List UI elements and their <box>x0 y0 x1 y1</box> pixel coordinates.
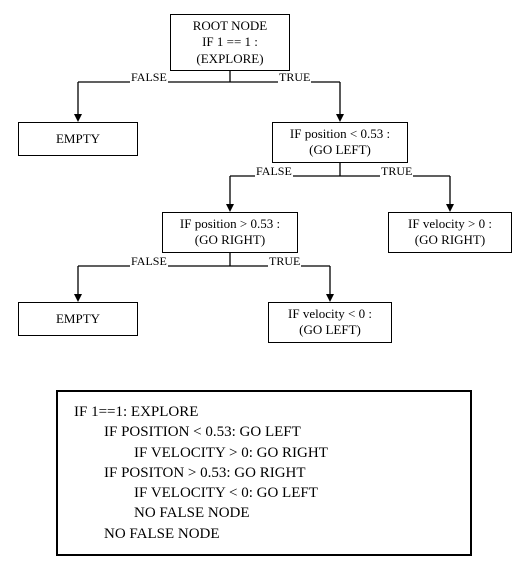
node-text: (GO RIGHT) <box>169 232 291 248</box>
node-velocity-lt: IF velocity < 0 : (GO LEFT) <box>268 302 392 343</box>
node-text: IF position < 0.53 : <box>279 126 401 142</box>
pseudocode-line: NO FALSE NODE <box>74 524 454 544</box>
pseudocode-line: IF VELOCITY > 0: GO RIGHT <box>74 443 454 463</box>
edge-label-true: TRUE <box>278 70 311 85</box>
node-text: EMPTY <box>25 131 131 147</box>
pseudocode-line: IF POSITON > 0.53: GO RIGHT <box>74 463 454 483</box>
edge-label-false: FALSE <box>255 164 293 179</box>
node-text: (GO LEFT) <box>275 322 385 338</box>
pseudocode-line: IF POSITION < 0.53: GO LEFT <box>74 422 454 442</box>
node-text: (GO RIGHT) <box>395 232 505 248</box>
node-root: ROOT NODE IF 1 == 1 : (EXPLORE) <box>170 14 290 71</box>
arrow-icon <box>226 204 234 212</box>
node-text: ROOT NODE <box>177 18 283 34</box>
pseudocode-line: IF 1==1: EXPLORE <box>74 402 454 422</box>
node-empty: EMPTY <box>18 302 138 336</box>
node-text: (GO LEFT) <box>279 142 401 158</box>
node-text: IF velocity > 0 : <box>395 216 505 232</box>
arrow-icon <box>326 294 334 302</box>
pseudocode-block: IF 1==1: EXPLORE IF POSITION < 0.53: GO … <box>56 390 472 556</box>
node-empty: EMPTY <box>18 122 138 156</box>
node-text: IF position > 0.53 : <box>169 216 291 232</box>
pseudocode-line: IF VELOCITY < 0: GO LEFT <box>74 483 454 503</box>
decision-tree-diagram: FALSE TRUE FALSE TRUE FALSE TRUE ROOT NO… <box>10 10 518 370</box>
arrow-icon <box>446 204 454 212</box>
node-position-lt: IF position < 0.53 : (GO LEFT) <box>272 122 408 163</box>
edge-label-false: FALSE <box>130 254 168 269</box>
node-text: (EXPLORE) <box>177 51 283 67</box>
edge-label-true: TRUE <box>380 164 413 179</box>
node-position-gt: IF position > 0.53 : (GO RIGHT) <box>162 212 298 253</box>
edge-label-true: TRUE <box>268 254 301 269</box>
node-velocity-gt: IF velocity > 0 : (GO RIGHT) <box>388 212 512 253</box>
arrow-icon <box>74 294 82 302</box>
node-text: IF velocity < 0 : <box>275 306 385 322</box>
node-text: IF 1 == 1 : <box>177 34 283 50</box>
pseudocode-line: NO FALSE NODE <box>74 503 454 523</box>
edge-label-false: FALSE <box>130 70 168 85</box>
node-text: EMPTY <box>25 311 131 327</box>
arrow-icon <box>336 114 344 122</box>
arrow-icon <box>74 114 82 122</box>
